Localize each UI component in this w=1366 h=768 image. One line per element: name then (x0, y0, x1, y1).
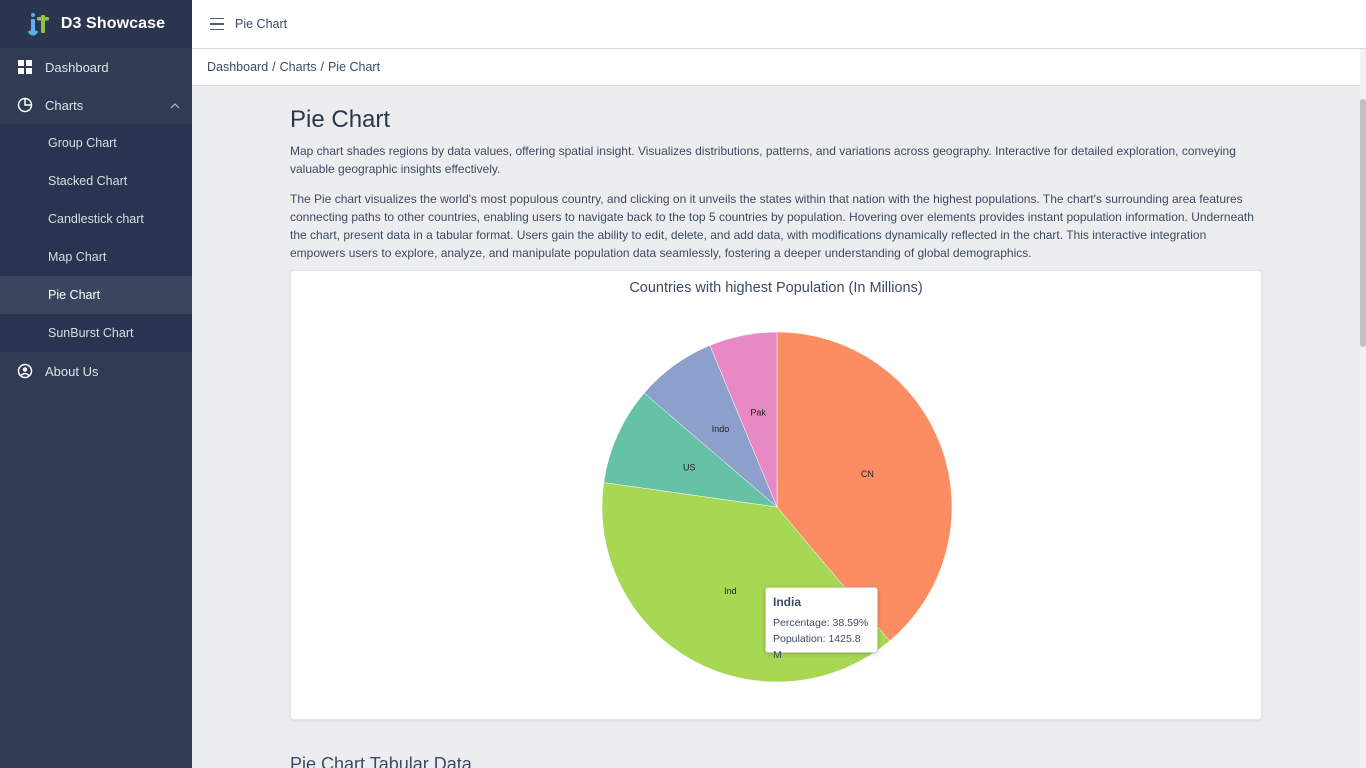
hamburger-menu-icon[interactable] (210, 18, 224, 30)
breadcrumb-item-charts[interactable]: Charts (280, 60, 317, 74)
breadcrumb: Dashboard / Charts / Pie Chart (192, 49, 1366, 86)
chart-card: Countries with highest Population (In Mi… (290, 270, 1262, 720)
sidebar-item-label: Charts (45, 97, 84, 113)
sidebar-subitem-candlestick-chart[interactable]: Candlestick chart (0, 200, 192, 238)
tooltip-percentage: Percentage: 38.59% (773, 617, 869, 629)
sidebar-subitem-map-chart[interactable]: Map Chart (0, 238, 192, 276)
brand-logo-icon (27, 11, 53, 37)
sidebar-subitem-stacked-chart[interactable]: Stacked Chart (0, 162, 192, 200)
description-paragraph-2: The Pie chart visualizes the world's mos… (290, 192, 1254, 260)
table-section-title: Pie Chart Tabular Data (290, 754, 472, 768)
sidebar-subitem-pie-chart[interactable]: Pie Chart (0, 276, 192, 314)
chart-pie-icon (17, 97, 33, 113)
sidebar-item-charts[interactable]: Charts (0, 86, 192, 124)
chevron-up-icon (170, 99, 180, 109)
top-header: Pie Chart (192, 0, 1366, 49)
pie-label-indo: Indo (712, 424, 730, 434)
sidebar: D3 Showcase Dashboard Charts Group Chart… (0, 0, 192, 768)
sidebar-subitem-sunburst-chart[interactable]: SunBurst Chart (0, 314, 192, 352)
breadcrumb-separator: / (272, 60, 276, 74)
description-paragraph-1: Map chart shades regions by data values,… (290, 144, 1236, 176)
sidebar-item-label: About Us (45, 363, 99, 379)
brand-name: D3 Showcase (60, 15, 166, 32)
breadcrumb-separator: / (320, 60, 324, 74)
pie-label-pak: Pak (750, 408, 766, 418)
user-circle-icon (17, 363, 33, 379)
pie-label-ind: Ind (724, 586, 737, 596)
sidebar-item-label: Dashboard (45, 59, 109, 75)
dashboard-icon (17, 59, 33, 75)
sidebar-subitem-group-chart[interactable]: Group Chart (0, 124, 192, 162)
sidebar-item-about-us[interactable]: About Us (0, 352, 192, 390)
page-title: Pie Chart (290, 106, 391, 133)
page-scrollbar[interactable] (1360, 49, 1366, 768)
tooltip-population: Population: 1425.8 M (773, 633, 861, 661)
charts-submenu: Group Chart Stacked Chart Candlestick ch… (0, 124, 192, 352)
pie-label-cn: CN (861, 469, 874, 479)
breadcrumb-item-current: Pie Chart (327, 60, 381, 74)
breadcrumb-item-dashboard[interactable]: Dashboard (207, 60, 268, 74)
sidebar-item-dashboard[interactable]: Dashboard (0, 48, 192, 86)
scrollbar-thumb[interactable] (1360, 99, 1366, 347)
pie-label-us: US (683, 462, 696, 472)
header-title: Pie Chart (235, 17, 288, 31)
brand[interactable]: D3 Showcase (0, 0, 192, 48)
tooltip-title: India (773, 595, 802, 609)
main-content: Pie Chart Map chart shades regions by da… (290, 86, 1262, 720)
chart-tooltip: India Percentage: 38.59% Population: 142… (765, 587, 878, 661)
